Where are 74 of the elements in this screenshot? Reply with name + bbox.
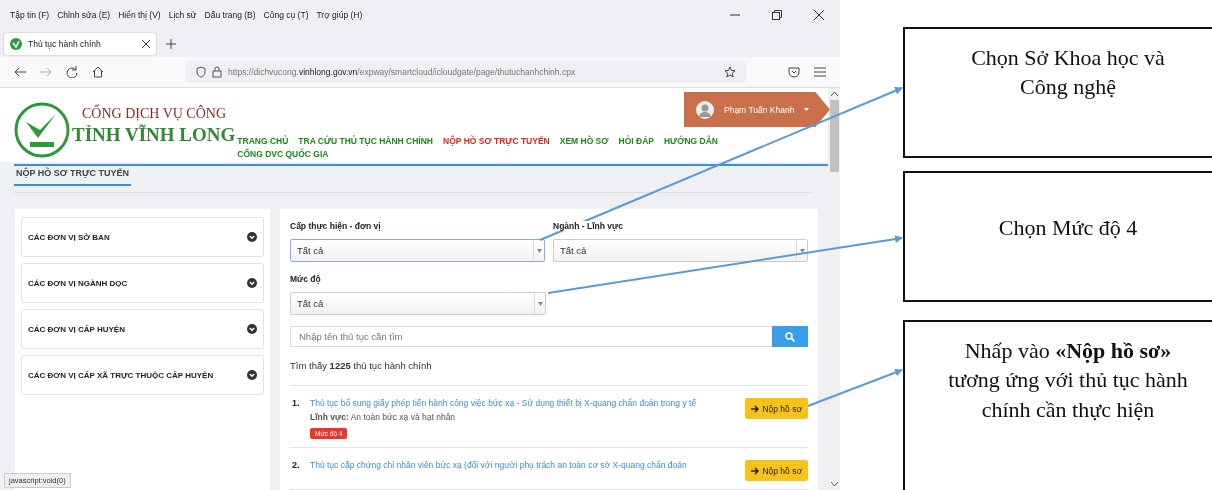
logo-subtitle: TỈNH VĨNH LONG: [72, 124, 236, 146]
url-text: https://dichvucong.vinhlong.gov.vn/expway/smartcloud/icloudgate/page/thutuchanhchinh.cpx: [228, 67, 576, 77]
avatar-icon: [696, 100, 714, 119]
star-icon[interactable]: [724, 66, 736, 78]
chevron-down-icon: [247, 232, 257, 242]
result-count: Tìm thấy 1225 thủ tục hành chính: [290, 360, 808, 386]
field-label: Cấp thực hiện - đơn vị: [290, 221, 381, 231]
close-icon[interactable]: [142, 39, 150, 48]
chevron-down-icon: [247, 324, 257, 334]
arrow-right-icon: [751, 466, 760, 475]
sidebar-item[interactable]: CÁC ĐƠN VỊ NGÀNH DỌC: [21, 263, 264, 303]
chevron-down-icon: [247, 278, 257, 288]
shield-icon: [196, 66, 206, 78]
field-select[interactable]: Tất cả: [553, 239, 808, 262]
procedure-link[interactable]: Thủ tục cấp chứng chỉ nhân viên bức xạ (đối với người phụ trách an toàn cơ sở X-quang chẩn đoán: [310, 460, 687, 470]
nav-link[interactable]: TRANG CHỦ: [237, 136, 289, 146]
scroll-up-icon[interactable]: [830, 92, 838, 96]
result-number: 2.: [292, 460, 301, 470]
user-menu-button[interactable]: Phạm Tuấn Khanh: [684, 92, 830, 127]
restore-icon[interactable]: [772, 10, 782, 20]
result-number: 1.: [292, 398, 301, 408]
caret-icon: [536, 248, 542, 253]
nav-link[interactable]: NỘP HỒ SƠ TRỰC TUYẾN: [443, 136, 550, 146]
scrollbar-thumb[interactable]: [829, 100, 839, 172]
search-icon: [785, 331, 795, 342]
nav-link[interactable]: XEM HỒ SƠ: [559, 136, 609, 146]
submit-button[interactable]: Nộp hồ sơ: [745, 398, 808, 419]
home-icon[interactable]: [92, 66, 104, 78]
callout-box: Chọn Mức độ 4: [903, 171, 1212, 302]
scrollbar[interactable]: [828, 88, 840, 490]
menu-item[interactable]: Dấu trang (B): [204, 10, 256, 20]
caret-icon: [804, 108, 810, 111]
search-field[interactable]: Nhập tên thủ tục cần tìm: [290, 326, 772, 347]
search-button[interactable]: [772, 326, 808, 347]
menu-item[interactable]: Công cụ (T): [263, 10, 309, 20]
section-title: NỘP HỒ SƠ TRỰC TUYẾN: [14, 166, 131, 186]
menu-item[interactable]: Trợ giúp (H): [316, 10, 363, 20]
menu-item[interactable]: Hiển thị (V): [118, 10, 161, 20]
lock-icon: [212, 66, 222, 78]
close-icon[interactable]: [814, 10, 824, 20]
plus-icon[interactable]: [166, 38, 176, 49]
chevron-down-icon: [247, 370, 257, 380]
nav-link[interactable]: CỔNG DVC QUỐC GIA: [237, 149, 329, 159]
back-icon[interactable]: [14, 67, 26, 77]
nav-link[interactable]: HỎI ĐÁP: [618, 136, 654, 146]
callout-box: Nhấp vào «Nộp hồ sơ» tương ứng với thủ tục hành chính cần thực hiện: [903, 320, 1212, 490]
sidebar-item[interactable]: CÁC ĐƠN VỊ CẤP XÃ TRỰC THUỘC CẤP HUYỆN: [21, 355, 264, 395]
level-select[interactable]: Tất cả: [290, 292, 546, 315]
logo-title: CỔNG DỊCH VỤ CÔNG: [82, 106, 228, 122]
sidebar-item[interactable]: CÁC ĐƠN VỊ CẤP HUYỆN: [21, 309, 264, 349]
menu-icon[interactable]: [814, 67, 826, 77]
menu-item[interactable]: Tập tin (F): [10, 10, 50, 20]
unit-select[interactable]: Tất cả: [290, 239, 545, 262]
caret-icon: [799, 248, 805, 253]
arrow-right-icon: [751, 404, 760, 413]
submit-button[interactable]: Nộp hồ sơ: [745, 460, 808, 481]
menu-item[interactable]: Lịch sử: [168, 10, 197, 20]
field-label: Mức độ: [290, 274, 321, 284]
caret-icon: [537, 301, 543, 306]
address-bar[interactable]: https://dichvucong.vinhlong.gov.vn/expway/smartcloud/icloudgate/page/thutuchanhchinh.cpx: [186, 61, 746, 83]
tab-title: Thủ tục hành chính: [28, 38, 101, 49]
logo-icon: [14, 102, 70, 158]
nav-link[interactable]: TRA CỨU THỦ TỤC HÀNH CHÍNH: [298, 136, 433, 146]
menu-item[interactable]: Chỉnh sửa (E): [57, 10, 111, 20]
field-label: Ngành - Lĩnh vực: [553, 221, 623, 231]
callout-box: Chọn Sở Khoa học và Công nghệ: [903, 27, 1212, 158]
pocket-icon[interactable]: [788, 66, 800, 78]
browser-tab[interactable]: Thủ tục hành chính: [4, 32, 156, 55]
sidebar-item[interactable]: CÁC ĐƠN VỊ SỞ BAN: [21, 217, 264, 257]
nav-link[interactable]: HƯỚNG DẪN: [663, 136, 718, 146]
scroll-down-icon[interactable]: [830, 482, 838, 486]
procedure-field: Lĩnh vực: An toàn bức xạ và hạt nhân: [310, 412, 456, 422]
procedure-link[interactable]: Thủ tục bổ sung giấy phép tiến hành công việc bức xạ - Sử dụng thiết bị X-quang chẩn đoán trong y tế: [310, 398, 697, 408]
reload-icon[interactable]: [66, 66, 78, 78]
